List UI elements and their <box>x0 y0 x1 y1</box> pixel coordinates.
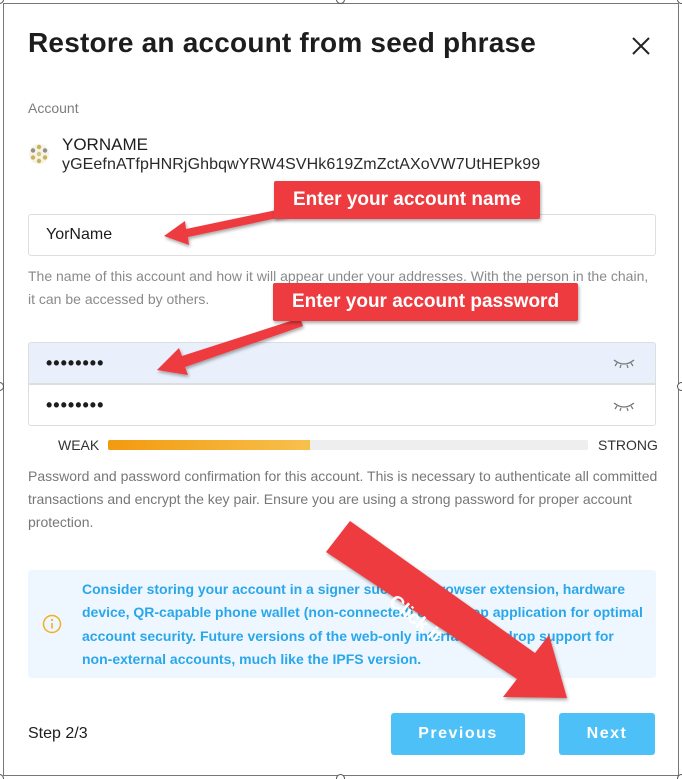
dialog-title: Restore an account from seed phrase <box>28 27 537 58</box>
account-name-input[interactable] <box>28 214 656 256</box>
password-help: Password and password confirmation for t… <box>28 468 658 530</box>
close-button[interactable] <box>627 32 655 60</box>
info-icon <box>42 614 62 634</box>
close-icon <box>632 37 650 55</box>
password-strength-fill <box>108 440 310 450</box>
resize-handle-bottom-right[interactable] <box>677 774 682 779</box>
notice-text: Consider storing your account in a signe… <box>82 581 643 668</box>
password-input[interactable] <box>28 342 656 384</box>
eye-closed-icon[interactable] <box>612 357 636 369</box>
strength-weak-label: WEAK <box>58 437 100 453</box>
account-name: YORNAME <box>62 135 148 154</box>
resize-handle-right[interactable] <box>677 382 682 391</box>
eye-closed-icon[interactable] <box>612 400 636 412</box>
password-strength-bar <box>108 440 588 450</box>
password-confirm-input[interactable] <box>28 384 656 426</box>
next-button[interactable]: Next <box>559 713 655 755</box>
annotation-account-name: Enter your account name <box>274 181 540 219</box>
account-address: yGEefnATfpHNRjGhbqwYRW4SVHk619ZmZctAXoVW… <box>62 156 541 173</box>
resize-handle-bottom[interactable] <box>336 774 345 779</box>
security-notice: Consider storing your account in a signe… <box>28 570 656 678</box>
step-indicator: Step 2/3 <box>28 725 88 742</box>
annotation-account-password: Enter your account password <box>273 283 578 321</box>
identicon <box>29 144 49 164</box>
strength-strong-label: STRONG <box>598 437 658 453</box>
previous-button[interactable]: Previous <box>391 713 525 755</box>
account-section-label: Account <box>28 100 79 116</box>
